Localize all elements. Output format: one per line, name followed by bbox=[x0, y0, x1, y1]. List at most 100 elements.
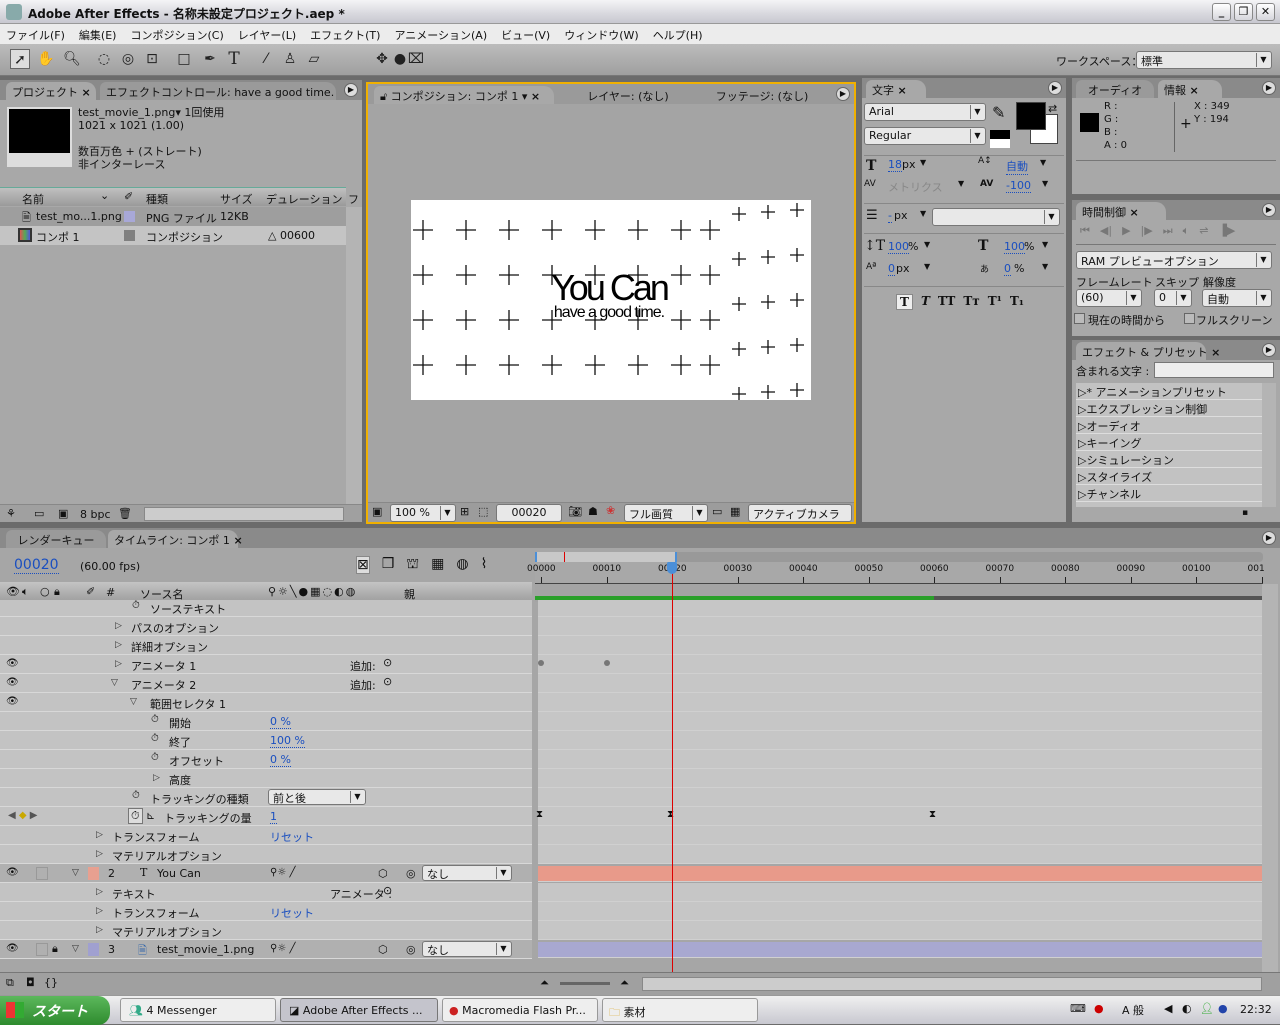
add-menu-icon[interactable]: ⊙ bbox=[383, 884, 392, 897]
zoom-out-icon[interactable]: ⏶ bbox=[540, 976, 549, 990]
eye-icon[interactable]: 👁︎ bbox=[6, 696, 19, 707]
col-size[interactable]: サイズ bbox=[220, 191, 253, 207]
property-row[interactable]: 👁︎ ▷ アニメータ 1 追加: ⊙ bbox=[0, 655, 532, 674]
property-row[interactable]: ⏱︎ トラッキングの種類 前と後 ▼ bbox=[0, 788, 532, 807]
safe-margins-icon[interactable]: ⊞ bbox=[460, 505, 469, 518]
effect-category[interactable]: ▷キーイング bbox=[1076, 434, 1262, 451]
minimize-button[interactable]: _ bbox=[1212, 3, 1231, 21]
current-time[interactable]: 00020 bbox=[14, 557, 59, 574]
frame-blending-icon[interactable]: ▦ bbox=[431, 556, 444, 574]
menu-item[interactable]: コンポジション(C) bbox=[130, 27, 223, 44]
expand-icon[interactable]: {} bbox=[44, 976, 58, 989]
project-item[interactable]: 🗎 test_mo...1.png PNG ファイル 12KB bbox=[0, 207, 346, 226]
tray-app-icon[interactable]: ◐ bbox=[1182, 1002, 1192, 1015]
chevron-down-icon[interactable]: ▼ bbox=[920, 209, 926, 218]
chevron-down-icon[interactable]: ▼ bbox=[1042, 240, 1048, 249]
black-white-swatch[interactable] bbox=[990, 130, 1010, 148]
timeline-track[interactable] bbox=[538, 921, 1262, 940]
eye-icon[interactable]: 👁︎ bbox=[6, 943, 19, 954]
tab-project[interactable]: プロジェクト × bbox=[6, 82, 96, 100]
show-snapshot-icon[interactable]: ☗ bbox=[588, 505, 598, 518]
add-menu-icon[interactable]: ⊙ bbox=[383, 656, 392, 669]
zoom-dropdown[interactable]: 100 % ▼ bbox=[390, 504, 456, 522]
timeline-track[interactable] bbox=[538, 866, 1262, 882]
stopwatch-icon[interactable]: ⏱︎ bbox=[151, 733, 159, 744]
pick-whip-icon[interactable]: ◎ bbox=[406, 943, 416, 956]
layer-row[interactable]: 👁︎ ▽ 2 T You Can ⚲☼ ╱ ⬡ ◎ なし ▼ bbox=[0, 864, 532, 883]
col-type[interactable]: 種類 bbox=[146, 191, 168, 207]
pan-behind-icon[interactable]: ⊡ bbox=[142, 49, 162, 69]
skip-dropdown[interactable]: 0 ▼ bbox=[1154, 289, 1192, 307]
maximize-button[interactable]: ❐ bbox=[1234, 3, 1253, 21]
font-size-value[interactable]: 18 bbox=[888, 158, 902, 172]
audio-icon[interactable]: 🔈︎ bbox=[1183, 224, 1190, 238]
timeline-track[interactable] bbox=[538, 788, 1262, 807]
resolution-dropdown[interactable]: フル画質 ▼ bbox=[624, 504, 708, 522]
effects-search-input[interactable] bbox=[1154, 362, 1274, 378]
disclosure-triangle-icon[interactable]: ▽ bbox=[72, 944, 79, 954]
tab-audio[interactable]: オーディオ bbox=[1076, 80, 1154, 98]
selection-tool-icon[interactable]: ➚ bbox=[10, 49, 30, 69]
stopwatch-icon[interactable]: ⏱︎ bbox=[128, 808, 143, 824]
comp-canvas[interactable]: You Can have a good time. bbox=[411, 200, 811, 400]
menu-item[interactable]: ビュー(V) bbox=[501, 27, 550, 44]
disclosure-triangle-icon[interactable]: ▷ bbox=[96, 849, 103, 859]
play-icon[interactable]: ▶ bbox=[1122, 224, 1130, 238]
property-value[interactable]: 1 bbox=[270, 810, 277, 824]
parent-dropdown[interactable]: なし ▼ bbox=[422, 941, 512, 957]
property-row[interactable]: ▷ 詳細オプション bbox=[0, 636, 532, 655]
horizontal-scrollbar[interactable] bbox=[144, 507, 344, 521]
rectangle-mask-icon[interactable]: □ bbox=[174, 49, 194, 69]
always-preview-icon[interactable]: ▣ bbox=[372, 505, 382, 518]
menu-item[interactable]: アニメーション(A) bbox=[394, 27, 487, 44]
project-scrollbar[interactable] bbox=[346, 207, 362, 507]
effect-category[interactable]: ▷スタイライズ bbox=[1076, 468, 1262, 485]
eye-icon[interactable]: 👁︎ bbox=[6, 677, 19, 688]
tab-time-control[interactable]: 時間制御 × bbox=[1076, 202, 1166, 220]
resolution-dropdown[interactable]: 自動 ▼ bbox=[1202, 289, 1272, 307]
close-icon[interactable]: × bbox=[531, 90, 540, 103]
disclosure-triangle-icon[interactable]: ▷ bbox=[96, 906, 103, 916]
graph-editor-icon[interactable]: ⌇ bbox=[481, 556, 488, 574]
mask-outline-icon[interactable]: ⬚ bbox=[478, 505, 488, 518]
close-button[interactable]: ✕ bbox=[1256, 3, 1275, 21]
solo-toggle[interactable] bbox=[36, 867, 48, 880]
close-icon[interactable]: × bbox=[898, 84, 907, 97]
eye-icon[interactable]: 👁︎ bbox=[6, 867, 19, 878]
ram-preview-icon[interactable]: ▐▶ bbox=[1218, 224, 1235, 238]
property-row[interactable]: ▷ トランスフォーム リセット bbox=[0, 826, 532, 846]
brush-tool-icon[interactable]: ⁄ bbox=[256, 49, 276, 69]
project-item[interactable]: コンポ 1 コンポジション △ 00600 bbox=[0, 226, 346, 245]
transparency-grid-icon[interactable]: ▦ bbox=[730, 505, 740, 518]
property-row[interactable]: ⏱︎ 開始 0 % bbox=[0, 712, 532, 731]
timeline-zoom-slider[interactable] bbox=[560, 982, 610, 985]
interpret-footage-icon[interactable]: ⚘ bbox=[6, 507, 16, 520]
layer-switches[interactable]: ⚲☼ ╱ bbox=[270, 867, 296, 878]
tsume-value[interactable]: 0 bbox=[1004, 262, 1011, 276]
hand-tool-icon[interactable]: ✋ bbox=[36, 49, 56, 69]
font-family-dropdown[interactable]: Arial ▼ bbox=[864, 103, 986, 121]
channels-icon[interactable]: ❀ bbox=[606, 504, 615, 517]
eye-icon[interactable]: 👁︎ bbox=[6, 658, 19, 669]
toggle-layer-switches-icon[interactable]: ⧉ bbox=[6, 976, 14, 990]
task-after-effects[interactable]: ◪ Adobe After Effects ... bbox=[280, 998, 438, 1022]
effects-scrollbar[interactable] bbox=[1262, 383, 1276, 507]
layer-name[interactable]: You Can bbox=[157, 867, 201, 880]
playhead[interactable] bbox=[672, 562, 673, 972]
superscript-icon[interactable]: T¹ bbox=[988, 294, 1002, 310]
task-folder[interactable]: 🗀 素材 bbox=[602, 998, 758, 1022]
property-row[interactable]: ▷ マテリアルオプション bbox=[0, 845, 532, 864]
close-icon[interactable]: × bbox=[1130, 206, 1139, 219]
all-caps-icon[interactable]: TT bbox=[938, 294, 955, 310]
disclosure-triangle-icon[interactable]: ▽ bbox=[111, 678, 118, 688]
timeline-track[interactable] bbox=[538, 826, 1262, 845]
timeline-h-scrollbar[interactable] bbox=[642, 977, 1262, 991]
tab-info[interactable]: 情報 × bbox=[1158, 80, 1222, 98]
property-value[interactable]: 0 % bbox=[270, 715, 291, 729]
comp-mini-flowchart-icon[interactable]: ⊠ bbox=[356, 556, 370, 574]
disclosure-triangle-icon[interactable]: ▷ bbox=[115, 659, 122, 669]
tab-character[interactable]: 文字 × bbox=[866, 80, 926, 98]
property-row[interactable]: 👁︎ ▽ 範囲セレクタ 1 bbox=[0, 693, 532, 712]
timeline-track[interactable]: ⧗ ⧗ ⧗ bbox=[536, 807, 1262, 826]
swap-colors-icon[interactable]: ⇄ bbox=[1048, 102, 1057, 115]
